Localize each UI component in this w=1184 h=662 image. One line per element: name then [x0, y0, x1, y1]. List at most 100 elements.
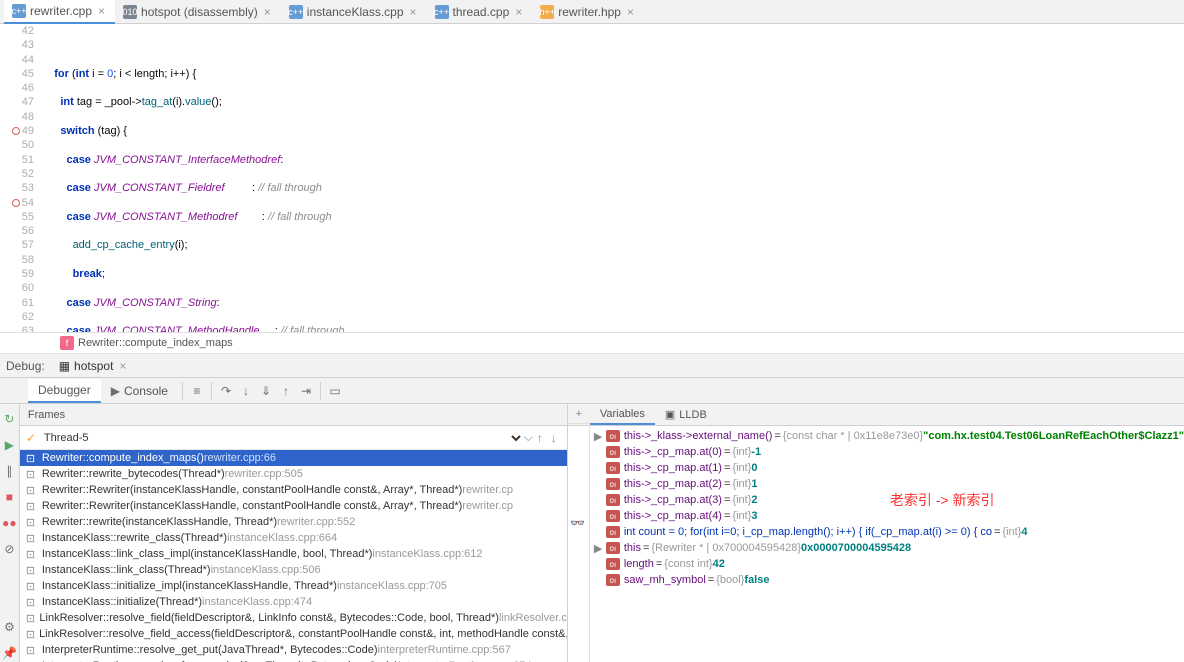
stackframe-icon: ⊡	[26, 580, 38, 592]
frame-item[interactable]: ⊡InstanceKlass::rewrite_class(Thread*) i…	[20, 530, 567, 546]
frames-pane: Frames ✓ Thread-5 ⌵ ↑ ↓ ⊡Rewriter::compu…	[20, 404, 568, 662]
tab-lldb[interactable]: ▣LLDB	[655, 405, 717, 424]
variables-list[interactable]: 老索引 -> 新索引 ▶oıthis->_klass->external_nam…	[590, 426, 1184, 662]
annotation-text: 老索引 -> 新索引	[890, 490, 995, 510]
force-step-into-button[interactable]: ⇓	[256, 381, 276, 401]
tab-hotspot-disassembly[interactable]: 010hotspot (disassembly)×	[115, 0, 281, 24]
step-out-button[interactable]: ↑	[276, 381, 296, 401]
threads-button[interactable]: ≡	[187, 381, 207, 401]
variable-row[interactable]: oılength = {const int} 42	[590, 556, 1184, 572]
debug-target-tab[interactable]: ▦ hotspot ×	[51, 357, 137, 375]
watch-badge-icon: oı	[606, 462, 620, 474]
tab-thread-cpp[interactable]: c++thread.cpp×	[427, 0, 533, 24]
disassembly-icon: 010	[123, 5, 137, 19]
add-watch-button[interactable]: +	[568, 405, 590, 424]
step-over-button[interactable]: ↷	[216, 381, 236, 401]
thread-icon: ✓	[26, 431, 36, 445]
thread-selector[interactable]: ✓ Thread-5 ⌵ ↑ ↓	[20, 426, 567, 450]
stackframe-icon: ⊡	[26, 644, 38, 656]
variables-pane: + Variables ▣LLDB 👓 老索引 -> 新索引 ▶oıthis->…	[568, 404, 1184, 662]
breadcrumb-label: Rewriter::compute_index_maps	[78, 337, 233, 349]
close-icon[interactable]: ×	[408, 5, 419, 19]
stop-button[interactable]: ■	[0, 488, 18, 506]
frame-item[interactable]: ⊡InterpreterRuntime::resolve_get_put(Jav…	[20, 642, 567, 658]
expand-icon[interactable]: ▶	[594, 430, 606, 443]
editor-tabs-bar: c++rewriter.cpp× 010hotspot (disassembly…	[0, 0, 1184, 24]
variable-row[interactable]: ▶oıthis->_klass->external_name() = {cons…	[590, 428, 1184, 444]
cpp-icon: c++	[12, 4, 26, 18]
tab-console[interactable]: ▶Console	[101, 380, 178, 402]
frame-item[interactable]: ⊡Rewriter::rewrite(instanceKlassHandle, …	[20, 514, 567, 530]
code-editor[interactable]: 42 43 44 45 46 47 48 49 50 51 52 53 54 5…	[0, 24, 1184, 332]
frame-item[interactable]: ⊡Rewriter::Rewriter(instanceKlassHandle,…	[20, 498, 567, 514]
frame-item[interactable]: ⊡InstanceKlass::link_class(Thread*) inst…	[20, 562, 567, 578]
stackframe-icon: ⊡	[26, 516, 38, 528]
tab-instanceklass-cpp[interactable]: c++instanceKlass.cpp×	[281, 0, 427, 24]
stackframe-icon: ⊡	[26, 500, 38, 512]
variable-row[interactable]: oıthis->_cp_map.at(3) = {int} 2	[590, 492, 1184, 508]
close-icon[interactable]: ×	[96, 4, 107, 18]
thread-dropdown[interactable]: Thread-5	[40, 431, 524, 445]
mute-breakpoints-button[interactable]: ⊘	[0, 540, 18, 558]
variable-row[interactable]: oıthis->_cp_map.at(0) = {int} -1	[590, 444, 1184, 460]
watch-badge-icon: oı	[606, 510, 620, 522]
watch-badge-icon: oı	[606, 494, 620, 506]
pause-button[interactable]: ∥	[0, 462, 18, 480]
breakpoint-icon[interactable]	[12, 199, 20, 207]
terminal-icon: ▣	[665, 408, 675, 421]
variable-row[interactable]: oıint count = 0; for(int i=0; i_cp_map.l…	[590, 524, 1184, 540]
function-icon: f	[60, 336, 74, 350]
watch-badge-icon: oı	[606, 446, 620, 458]
watch-badge-icon: oı	[606, 542, 620, 554]
cpp-icon: c++	[435, 5, 449, 19]
close-icon[interactable]: ×	[117, 359, 128, 373]
hpp-icon: h++	[540, 5, 554, 19]
stackframe-icon: ⊡	[26, 484, 38, 496]
frames-header: Frames	[20, 404, 567, 426]
tab-rewriter-cpp[interactable]: c++rewriter.cpp×	[4, 0, 115, 24]
resume-button[interactable]: ▶	[0, 436, 18, 454]
watch-badge-icon: oı	[606, 574, 620, 586]
frame-item[interactable]: ⊡Rewriter::Rewriter(instanceKlassHandle,…	[20, 482, 567, 498]
next-frame-button[interactable]: ↓	[547, 431, 561, 445]
variable-row[interactable]: oısaw_mh_symbol = {bool} false	[590, 572, 1184, 588]
frame-item[interactable]: ⊡LinkResolver::resolve_field(fieldDescri…	[20, 610, 567, 626]
rerun-button[interactable]: ↻	[0, 410, 18, 428]
tab-debugger[interactable]: Debugger	[28, 379, 101, 403]
frames-list[interactable]: ⊡Rewriter::compute_index_maps() rewriter…	[20, 450, 567, 662]
expand-icon[interactable]: ▶	[594, 542, 606, 555]
variable-row[interactable]: oıthis->_cp_map.at(4) = {int} 3	[590, 508, 1184, 524]
frame-item[interactable]: ⊡InstanceKlass::initialize_impl(instance…	[20, 578, 567, 594]
view-breakpoints-button[interactable]: ●●	[0, 514, 18, 532]
tab-rewriter-hpp[interactable]: h++rewriter.hpp×	[532, 0, 644, 24]
code-area[interactable]: for (int i = 0; i < length; i++) { int t…	[42, 24, 1184, 332]
close-icon[interactable]: ×	[262, 5, 273, 19]
close-icon[interactable]: ×	[625, 5, 636, 19]
variable-row[interactable]: ▶oıthis = {Rewriter * | 0x700004595428} …	[590, 540, 1184, 556]
stackframe-icon: ⊡	[26, 628, 35, 640]
stackframe-icon: ⊡	[26, 612, 36, 624]
app-icon: ▦	[59, 359, 70, 373]
tab-variables[interactable]: Variables	[590, 405, 655, 425]
frame-item[interactable]: ⊡InstanceKlass::link_class_impl(instance…	[20, 546, 567, 562]
breakpoint-icon[interactable]	[12, 127, 20, 135]
variable-row[interactable]: oıthis->_cp_map.at(2) = {int} 1	[590, 476, 1184, 492]
breadcrumb[interactable]: f Rewriter::compute_index_maps	[0, 332, 1184, 354]
prev-frame-button[interactable]: ↑	[533, 431, 547, 445]
variable-row[interactable]: oıthis->_cp_map.at(1) = {int} 0	[590, 460, 1184, 476]
frame-item[interactable]: ⊡Rewriter::compute_index_maps() rewriter…	[20, 450, 567, 466]
close-icon[interactable]: ×	[513, 5, 524, 19]
evaluate-button[interactable]: ▭	[325, 381, 345, 401]
step-into-button[interactable]: ↓	[236, 381, 256, 401]
stackframe-icon: ⊡	[26, 468, 38, 480]
frame-item[interactable]: ⊡InterpreterRuntime::resolve_from_cache(…	[20, 658, 567, 662]
watches-icon[interactable]: 👓	[568, 516, 588, 530]
frame-item[interactable]: ⊡LinkResolver::resolve_field_access(fiel…	[20, 626, 567, 642]
frame-item[interactable]: ⊡Rewriter::rewrite_bytecodes(Thread*) re…	[20, 466, 567, 482]
run-to-cursor-button[interactable]: ⇥	[296, 381, 316, 401]
pin-button[interactable]: 📌	[0, 644, 18, 662]
frame-item[interactable]: ⊡InstanceKlass::initialize(Thread*) inst…	[20, 594, 567, 610]
watch-badge-icon: oı	[606, 430, 620, 442]
stackframe-icon: ⊡	[26, 532, 38, 544]
settings-button[interactable]: ⚙	[0, 618, 18, 636]
